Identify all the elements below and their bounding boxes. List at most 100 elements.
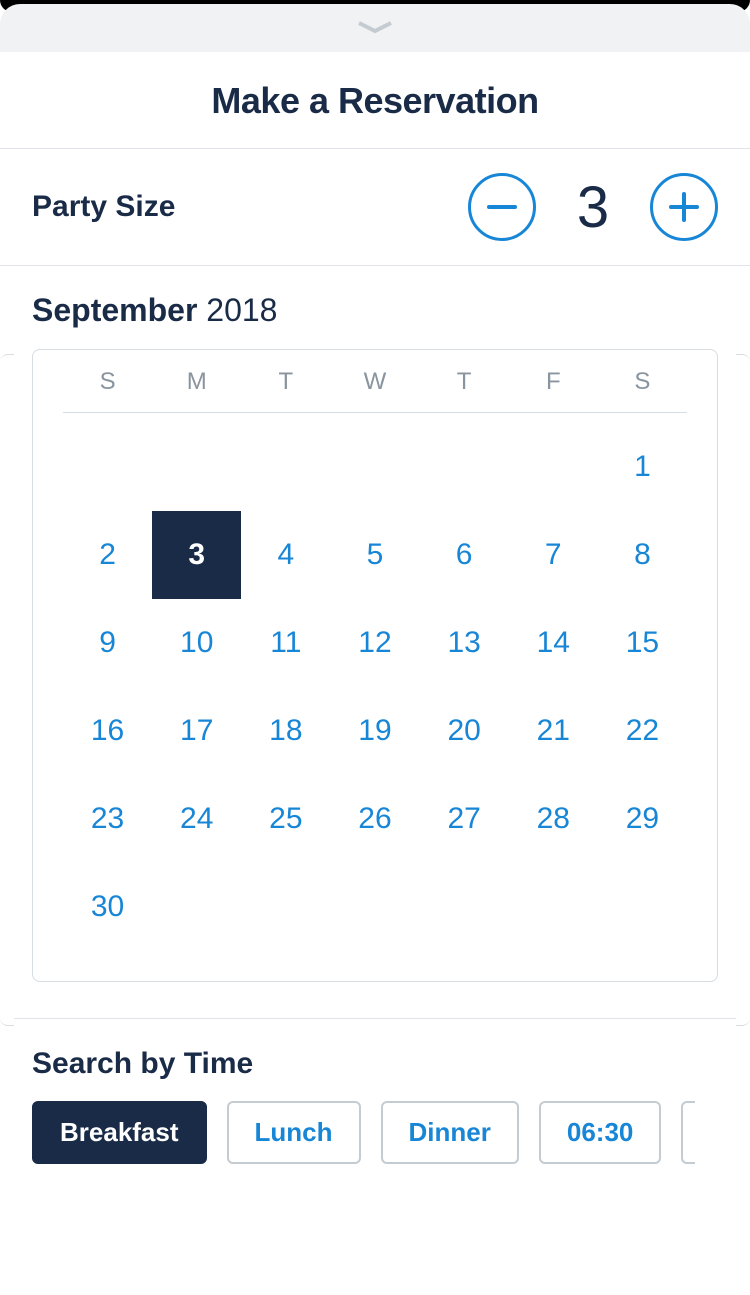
decrement-button[interactable] [468,173,536,241]
calendar-day[interactable]: 23 [63,775,152,863]
calendar-day[interactable]: 12 [330,599,419,687]
calendar-day[interactable]: 28 [509,775,598,863]
calendar-header-row: SMTWTFS [63,368,687,413]
calendar-day[interactable]: 22 [598,687,687,775]
year-value: 2018 [206,292,277,328]
day-number: 21 [537,714,570,748]
day-number: 7 [545,538,562,572]
day-number: 14 [537,626,570,660]
calendar-day[interactable]: 19 [330,687,419,775]
calendar-day[interactable]: 3 [152,511,241,599]
day-number: 17 [180,714,213,748]
day-number: 29 [626,802,659,836]
calendar-day[interactable]: 10 [152,599,241,687]
calendar-week: 30 [63,863,687,951]
calendar-day[interactable]: 14 [509,599,598,687]
calendar-grid: SMTWTFS 12345678910111213141516171819202… [63,368,687,951]
calendar-day[interactable]: 18 [241,687,330,775]
calendar-day[interactable]: 27 [420,775,509,863]
drawer-handle-area[interactable] [0,4,750,52]
minus-icon [487,205,517,209]
day-number: 15 [626,626,659,660]
prev-month-peek[interactable] [0,354,14,1026]
calendar-day[interactable]: 20 [420,687,509,775]
calendar-day-empty [509,423,598,511]
day-number: 16 [91,714,124,748]
day-number: 13 [447,626,480,660]
calendar-week: 23242526 27 28 29 [63,775,687,863]
calendar-day[interactable]: 21 [509,687,598,775]
month-year-label: September 2018 [0,292,750,349]
day-number: 3 [188,538,205,572]
calendar-day-empty [241,863,330,951]
calendar-day[interactable]: 30 [63,863,152,951]
day-header: S [598,368,687,396]
chevron-down-icon [355,21,395,35]
day-header: M [152,368,241,396]
calendar-day-empty [330,863,419,951]
calendar-week: 1 [63,423,687,511]
calendar-day[interactable]: 4 [241,511,330,599]
calendar-day[interactable]: 8 [598,511,687,599]
day-number: 30 [91,890,124,924]
calendar-week: 16 17 18 19 20 21 22 [63,687,687,775]
calendar-day[interactable]: 5 [330,511,419,599]
day-number: 28 [537,802,570,836]
day-number: 19 [358,714,391,748]
calendar-section: September 2018 SMTWTFS 12345678910111213… [0,266,750,1018]
day-number: 5 [367,538,384,572]
party-size-section: Party Size 3 [0,149,750,265]
calendar-day[interactable]: 29 [598,775,687,863]
party-size-label: Party Size [32,190,175,224]
increment-button[interactable] [650,173,718,241]
page-title: Make a Reservation [0,80,750,122]
day-header: S [63,368,152,396]
calendar-day-empty [330,423,419,511]
time-chips: Breakfast Lunch Dinner 06:30 [32,1101,718,1164]
calendar-box: SMTWTFS 12345678910111213141516171819202… [32,349,718,982]
calendar-day[interactable]: 15 [598,599,687,687]
day-header: W [330,368,419,396]
calendar-day[interactable]: 1 [598,423,687,511]
day-header: F [509,368,598,396]
day-number: 1 [634,450,651,484]
day-header: T [420,368,509,396]
title-section: Make a Reservation [0,52,750,149]
calendar-day[interactable]: 26 [330,775,419,863]
time-chip[interactable]: Breakfast [32,1101,207,1164]
day-number: 2 [99,538,116,572]
calendar-day[interactable]: 24 [152,775,241,863]
day-number: 10 [180,626,213,660]
month-name: September [32,292,197,328]
calendar-week: 2 3 4 5 6 7 8 [63,511,687,599]
calendar-day[interactable]: 16 [63,687,152,775]
time-chip-peek[interactable] [681,1101,695,1164]
calendar-day[interactable]: 9 [63,599,152,687]
next-month-peek[interactable] [736,354,750,1026]
calendar-day[interactable]: 6 [420,511,509,599]
time-chip[interactable]: Lunch [227,1101,361,1164]
calendar-day-empty [420,423,509,511]
calendar-day[interactable]: 11 [241,599,330,687]
day-number: 27 [447,802,480,836]
day-number: 22 [626,714,659,748]
calendar-week: 9 10 11 12 13 14 15 [63,599,687,687]
calendar-day-empty [241,423,330,511]
calendar-day[interactable]: 7 [509,511,598,599]
calendar-day[interactable]: 25 [241,775,330,863]
calendar-day[interactable]: 13 [420,599,509,687]
time-chip[interactable]: 06:30 [539,1101,662,1164]
day-number: 6 [456,538,473,572]
search-time-section: Search by Time Breakfast Lunch Dinner 06:30 [0,1019,750,1184]
calendar-day[interactable]: 2 [63,511,152,599]
calendar-day[interactable]: 17 [152,687,241,775]
time-chip[interactable]: Dinner [381,1101,519,1164]
day-header: T [241,368,330,396]
calendar-day-empty [152,423,241,511]
day-number: 8 [634,538,651,572]
day-number: 20 [447,714,480,748]
search-time-label: Search by Time [32,1047,718,1081]
day-number: 18 [269,714,302,748]
calendar-day-empty [63,423,152,511]
day-number: 11 [270,626,301,660]
